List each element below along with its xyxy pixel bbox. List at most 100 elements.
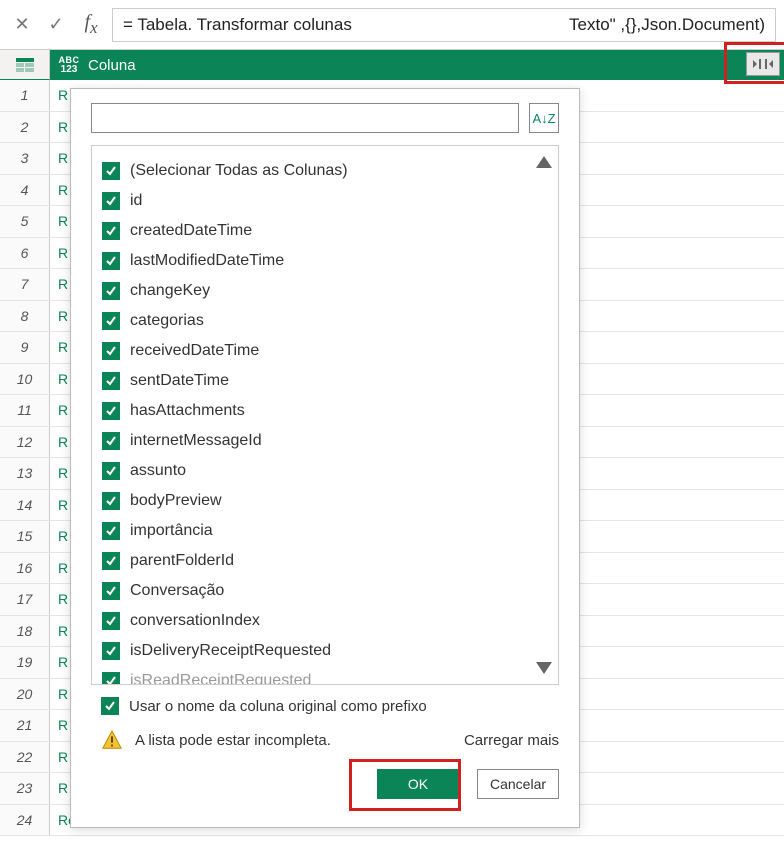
- column-checkbox-label: isDeliveryReceiptRequested: [130, 642, 331, 660]
- ok-button[interactable]: OK: [377, 769, 459, 799]
- column-checkbox-item[interactable]: internetMessageId: [102, 426, 548, 456]
- column-checkbox-label: receivedDateTime: [130, 342, 259, 360]
- row-number[interactable]: 23: [0, 773, 50, 804]
- checkbox[interactable]: [102, 582, 120, 600]
- expand-icon: [753, 57, 773, 71]
- row-number[interactable]: 11: [0, 395, 50, 426]
- checkbox[interactable]: [102, 342, 120, 360]
- column-checkbox-item[interactable]: receivedDateTime: [102, 336, 548, 366]
- checkbox[interactable]: [102, 462, 120, 480]
- column-checkbox-label: lastModifiedDateTime: [130, 252, 284, 270]
- fx-icon[interactable]: fx: [76, 11, 106, 38]
- prefix-label: Usar o nome da coluna original como pref…: [129, 698, 427, 715]
- checkbox[interactable]: [102, 222, 120, 240]
- row-number[interactable]: 17: [0, 584, 50, 615]
- expand-column-dropdown: A↓Z (Selecionar Todas as Colunas) id creat…: [70, 88, 580, 828]
- formula-bar: ✕ ✓ fx = Tabela. Transformar colunas Tex…: [0, 0, 784, 50]
- row-number[interactable]: 4: [0, 175, 50, 206]
- scroll-down-icon[interactable]: [534, 658, 554, 678]
- row-number[interactable]: 2: [0, 112, 50, 143]
- row-number[interactable]: 14: [0, 490, 50, 521]
- column-checkbox-label: conversationIndex: [130, 612, 260, 630]
- column-checkbox-label: categorias: [130, 312, 204, 330]
- column-checkbox-item[interactable]: importância: [102, 516, 548, 546]
- column-checkbox-label: importância: [130, 522, 213, 540]
- column-checkbox-item[interactable]: hasAttachments: [102, 396, 548, 426]
- column-header[interactable]: ABC 123 Coluna: [50, 50, 784, 80]
- column-checkbox-label: (Selecionar Todas as Colunas): [130, 162, 348, 180]
- row-number[interactable]: 5: [0, 206, 50, 237]
- checkbox[interactable]: [102, 312, 120, 330]
- column-checkbox-item[interactable]: id: [102, 186, 548, 216]
- prefix-option[interactable]: Usar o nome da coluna original como pref…: [71, 685, 579, 719]
- cancel-formula-icon[interactable]: ✕: [8, 11, 36, 39]
- column-checkbox-item[interactable]: Conversação: [102, 576, 548, 606]
- checkbox[interactable]: [102, 522, 120, 540]
- load-more-link[interactable]: Carregar mais: [464, 732, 559, 749]
- column-checkbox-label: bodyPreview: [130, 492, 222, 510]
- column-checkbox-label: hasAttachments: [130, 402, 245, 420]
- column-name: Coluna: [88, 57, 136, 74]
- row-number[interactable]: 13: [0, 458, 50, 489]
- column-checkbox-item[interactable]: categorias: [102, 306, 548, 336]
- column-checkbox-label: isReadReceiptRequested: [130, 672, 311, 685]
- checkbox[interactable]: [102, 372, 120, 390]
- column-checkbox-item[interactable]: isReadReceiptRequested: [102, 666, 548, 685]
- row-number[interactable]: 16: [0, 553, 50, 584]
- column-search-input[interactable]: [91, 103, 519, 133]
- row-number[interactable]: 15: [0, 521, 50, 552]
- checkbox[interactable]: [102, 642, 120, 660]
- checkbox[interactable]: [102, 192, 120, 210]
- row-number[interactable]: 10: [0, 364, 50, 395]
- warning-icon: [101, 729, 123, 751]
- row-number[interactable]: 12: [0, 427, 50, 458]
- column-checkbox-item[interactable]: assunto: [102, 456, 548, 486]
- row-number[interactable]: 1: [0, 80, 50, 111]
- formula-input[interactable]: = Tabela. Transformar colunas Texto" ,{}…: [112, 8, 776, 42]
- table-icon: [16, 58, 34, 72]
- column-checkbox-label: assunto: [130, 462, 186, 480]
- checkbox[interactable]: [102, 402, 120, 420]
- row-number[interactable]: 7: [0, 269, 50, 300]
- checkbox[interactable]: [102, 432, 120, 450]
- cancel-button[interactable]: Cancelar: [477, 769, 559, 799]
- column-checkbox-label: sentDateTime: [130, 372, 229, 390]
- scroll-up-icon[interactable]: [534, 152, 554, 172]
- row-number[interactable]: 8: [0, 301, 50, 332]
- expand-column-button[interactable]: [746, 52, 780, 76]
- select-all-corner[interactable]: [0, 50, 50, 80]
- checkbox[interactable]: [102, 672, 120, 685]
- row-number[interactable]: 21: [0, 710, 50, 741]
- prefix-checkbox[interactable]: [101, 697, 119, 715]
- row-number[interactable]: 3: [0, 143, 50, 174]
- column-checkbox-item[interactable]: conversationIndex: [102, 606, 548, 636]
- checkbox[interactable]: [102, 282, 120, 300]
- row-number[interactable]: 22: [0, 742, 50, 773]
- scrollbar[interactable]: [532, 152, 556, 678]
- checkbox[interactable]: [102, 162, 120, 180]
- checkbox[interactable]: [102, 552, 120, 570]
- column-checkbox-item[interactable]: changeKey: [102, 276, 548, 306]
- column-type-icon[interactable]: ABC 123: [56, 52, 82, 78]
- column-checkbox-item[interactable]: (Selecionar Todas as Colunas): [102, 156, 548, 186]
- accept-formula-icon[interactable]: ✓: [42, 11, 70, 39]
- column-checkbox-item[interactable]: sentDateTime: [102, 366, 548, 396]
- checkbox[interactable]: [102, 612, 120, 630]
- column-list: (Selecionar Todas as Colunas) id createdDa…: [91, 145, 559, 685]
- row-number[interactable]: 19: [0, 647, 50, 678]
- row-number[interactable]: 6: [0, 238, 50, 269]
- sort-button[interactable]: A↓Z: [529, 103, 559, 133]
- column-checkbox-item[interactable]: createdDateTime: [102, 216, 548, 246]
- column-checkbox-item[interactable]: bodyPreview: [102, 486, 548, 516]
- column-checkbox-item[interactable]: lastModifiedDateTime: [102, 246, 548, 276]
- column-checkbox-item[interactable]: parentFolderId: [102, 546, 548, 576]
- row-number[interactable]: 18: [0, 616, 50, 647]
- row-number[interactable]: 9: [0, 332, 50, 363]
- column-checkbox-item[interactable]: isDeliveryReceiptRequested: [102, 636, 548, 666]
- checkbox[interactable]: [102, 252, 120, 270]
- row-number[interactable]: 24: [0, 805, 50, 836]
- checkbox[interactable]: [102, 492, 120, 510]
- column-checkbox-label: parentFolderId: [130, 552, 234, 570]
- row-number[interactable]: 20: [0, 679, 50, 710]
- column-checkbox-label: createdDateTime: [130, 222, 252, 240]
